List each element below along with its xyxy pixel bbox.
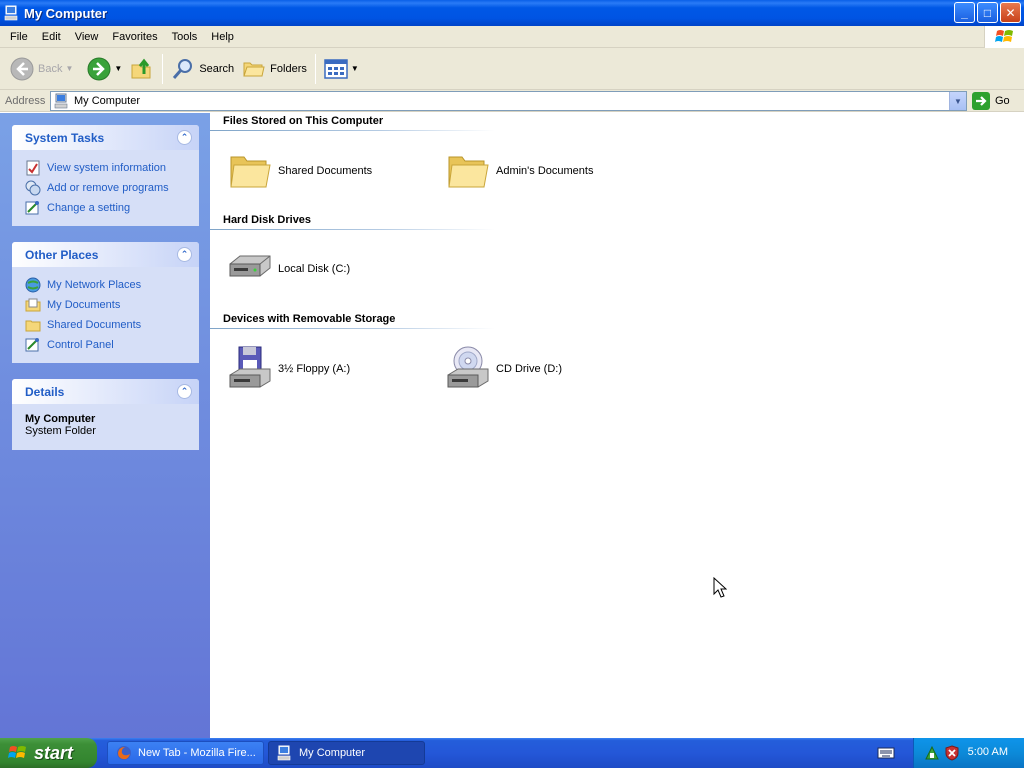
menu-file[interactable]: File bbox=[3, 26, 35, 47]
folder-icon bbox=[448, 156, 489, 188]
collapse-chevron-icon[interactable]: ⌃ bbox=[177, 247, 192, 262]
title-bar[interactable]: My Computer _ □ ✕ bbox=[0, 0, 1024, 26]
task-change-setting[interactable]: Change a setting bbox=[25, 198, 187, 218]
group-header-hard-disk-drives: Hard Disk Drives bbox=[223, 214, 312, 226]
window-title: My Computer bbox=[24, 5, 108, 21]
group-header-files-stored: Files Stored on This Computer bbox=[223, 115, 384, 127]
computer-icon bbox=[54, 93, 68, 109]
search-button[interactable]: Search bbox=[167, 51, 238, 87]
hard-disk-icon bbox=[229, 255, 271, 277]
details-type: System Folder bbox=[25, 425, 96, 437]
back-button[interactable]: Back ▼ bbox=[6, 51, 77, 87]
menu-favorites[interactable]: Favorites bbox=[105, 26, 164, 47]
go-button[interactable]: Go bbox=[972, 92, 1010, 110]
floppy-drive-icon bbox=[229, 346, 271, 388]
address-label: Address bbox=[5, 94, 46, 107]
system-tasks-header[interactable]: System Tasks ⌃ bbox=[12, 125, 199, 150]
forward-dropdown-icon[interactable]: ▼ bbox=[114, 64, 122, 73]
minimize-button[interactable]: _ bbox=[954, 2, 975, 23]
other-places-panel: Other Places ⌃ My Network Places My Docu… bbox=[12, 242, 199, 363]
menu-edit[interactable]: Edit bbox=[35, 26, 68, 47]
security-shield-icon[interactable] bbox=[944, 745, 960, 761]
cd-drive-icon bbox=[447, 346, 489, 388]
group-divider bbox=[210, 328, 495, 329]
group-header-removable-storage: Devices with Removable Storage bbox=[223, 313, 396, 325]
place-shared-documents[interactable]: Shared Documents bbox=[25, 315, 187, 335]
taskbar-item-my-computer[interactable]: My Computer bbox=[268, 741, 425, 765]
forward-arrow-icon bbox=[87, 57, 111, 80]
up-folder-button[interactable] bbox=[126, 51, 158, 87]
back-arrow-icon bbox=[10, 57, 34, 80]
details-panel: Details ⌃ My Computer System Folder bbox=[12, 379, 199, 450]
windows-logo-icon bbox=[8, 746, 26, 758]
item-floppy-a[interactable]: 3½ Floppy (A:) bbox=[226, 345, 350, 393]
collapse-chevron-icon[interactable]: ⌃ bbox=[177, 130, 192, 145]
maximize-button[interactable]: □ bbox=[977, 2, 998, 23]
details-header[interactable]: Details ⌃ bbox=[12, 379, 199, 404]
address-dropdown-button[interactable]: ▼ bbox=[949, 92, 966, 110]
task-pane: System Tasks ⌃ View system information A… bbox=[0, 113, 210, 738]
taskbar-item-firefox[interactable]: New Tab - Mozilla Fire... bbox=[107, 741, 264, 765]
item-admins-documents[interactable]: Admin's Documents bbox=[446, 151, 593, 191]
folders-button[interactable]: Folders bbox=[238, 51, 311, 87]
item-cd-drive-d[interactable]: CD Drive (D:) bbox=[444, 345, 562, 393]
folders-icon bbox=[243, 62, 265, 76]
menu-tools[interactable]: Tools bbox=[165, 26, 205, 47]
menu-help[interactable]: Help bbox=[204, 26, 241, 47]
windows-logo-icon bbox=[984, 26, 1024, 48]
collapse-chevron-icon[interactable]: ⌃ bbox=[177, 384, 192, 399]
folder-icon bbox=[25, 320, 41, 332]
menu-view[interactable]: View bbox=[68, 26, 106, 47]
forward-button[interactable]: ▼ bbox=[83, 51, 126, 87]
control-panel-icon bbox=[25, 338, 39, 352]
place-my-documents[interactable]: My Documents bbox=[25, 295, 187, 315]
content-area: Files Stored on This Computer Shared Doc… bbox=[210, 113, 1024, 738]
network-icon bbox=[25, 277, 41, 293]
clock[interactable]: 5:00 AM bbox=[968, 746, 1008, 758]
keyboard-icon[interactable] bbox=[877, 746, 895, 760]
search-icon bbox=[173, 58, 193, 79]
network-tray-icon[interactable] bbox=[924, 745, 940, 761]
system-tray: 5:00 AM bbox=[913, 738, 1024, 768]
toolbar-separator bbox=[314, 53, 316, 84]
documents-icon bbox=[25, 298, 41, 312]
folder-icon bbox=[230, 156, 271, 188]
place-my-network-places[interactable]: My Network Places bbox=[25, 275, 187, 295]
place-control-panel[interactable]: Control Panel bbox=[25, 335, 187, 355]
item-shared-documents[interactable]: Shared Documents bbox=[228, 151, 372, 191]
system-tasks-panel: System Tasks ⌃ View system information A… bbox=[12, 125, 199, 226]
close-button[interactable]: ✕ bbox=[1000, 2, 1021, 23]
go-arrow-icon bbox=[972, 92, 990, 110]
views-button[interactable]: ▼ bbox=[320, 51, 363, 87]
address-bar: Address My Computer ▼ Go bbox=[0, 90, 1024, 112]
address-input[interactable]: My Computer ▼ bbox=[50, 91, 967, 111]
details-name: My Computer bbox=[25, 413, 96, 425]
start-button[interactable]: start bbox=[0, 738, 97, 768]
control-panel-icon bbox=[25, 201, 39, 215]
task-add-remove-programs[interactable]: Add or remove programs bbox=[25, 178, 187, 198]
up-folder-icon bbox=[131, 58, 151, 78]
toolbar: Back ▼ ▼ Search Folders ▼ bbox=[0, 48, 1024, 90]
mouse-pointer-icon bbox=[713, 577, 727, 598]
group-divider bbox=[210, 130, 495, 131]
toolbar-separator bbox=[162, 53, 164, 84]
programs-icon bbox=[25, 180, 41, 196]
other-places-header[interactable]: Other Places ⌃ bbox=[12, 242, 199, 267]
computer-icon bbox=[277, 745, 291, 761]
firefox-icon bbox=[117, 746, 131, 760]
views-icon bbox=[324, 58, 348, 79]
computer-icon bbox=[4, 5, 18, 21]
task-view-system-information[interactable]: View system information bbox=[25, 158, 187, 178]
system-info-icon bbox=[26, 160, 40, 176]
group-divider bbox=[210, 229, 495, 230]
back-dropdown-icon[interactable]: ▼ bbox=[65, 64, 73, 73]
menu-bar: File Edit View Favorites Tools Help bbox=[0, 26, 1024, 48]
views-dropdown-icon[interactable]: ▼ bbox=[351, 64, 359, 73]
item-local-disk-c[interactable]: Local Disk (C:) bbox=[226, 250, 350, 288]
taskbar: start New Tab - Mozilla Fire... My Compu… bbox=[0, 738, 1024, 768]
